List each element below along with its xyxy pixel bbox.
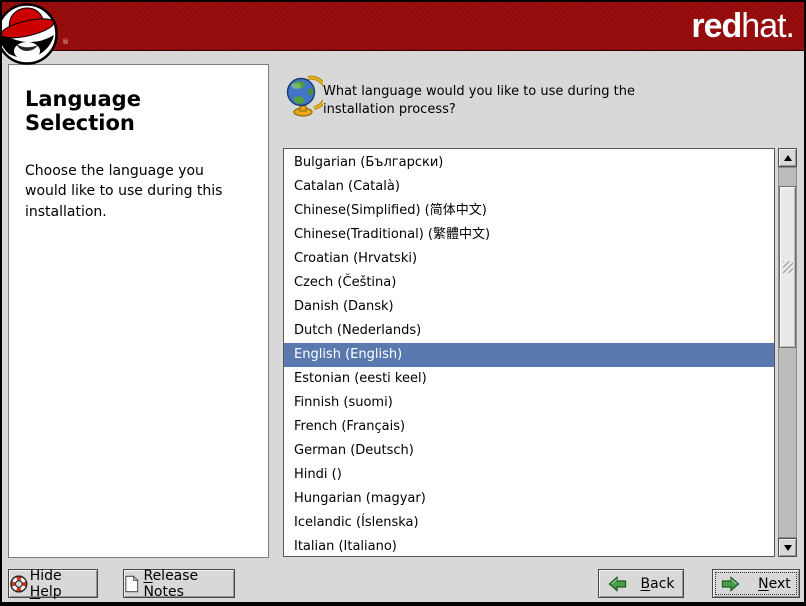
language-option[interactable]: Danish (Dansk) xyxy=(284,295,774,319)
language-option[interactable]: French (Français) xyxy=(284,415,774,439)
hide-help-label: Hide Help xyxy=(30,568,97,600)
language-option[interactable]: Dutch (Nederlands) xyxy=(284,319,774,343)
registered-trademark: ® xyxy=(62,38,69,46)
language-option[interactable]: Croatian (Hrvatski) xyxy=(284,247,774,271)
scrollbar-thumb[interactable] xyxy=(779,186,796,348)
thumb-grip xyxy=(783,261,793,273)
next-arrow-icon xyxy=(721,576,740,592)
language-option[interactable]: Hindi () xyxy=(284,463,774,487)
header-bar xyxy=(2,2,804,51)
question-text: What language would you like to use duri… xyxy=(323,83,703,119)
page-title: Language Selection xyxy=(25,87,254,135)
scroll-down-icon[interactable] xyxy=(778,538,797,557)
language-list[interactable]: Bulgarian (Български)Catalan (Català)Chi… xyxy=(283,148,775,557)
redhat-wordmark: redhat. xyxy=(691,5,794,47)
back-label: Back xyxy=(641,576,675,592)
language-option[interactable]: Czech (Čeština) xyxy=(284,271,774,295)
document-icon xyxy=(124,574,139,594)
life-preserver-icon xyxy=(9,574,29,594)
scroll-up-icon[interactable] xyxy=(778,148,797,167)
wordmark-red: red xyxy=(691,7,741,45)
language-option[interactable]: Catalan (Català) xyxy=(284,175,774,199)
back-arrow-icon xyxy=(608,576,627,592)
back-button[interactable]: Back xyxy=(598,569,684,598)
release-notes-label: Release Notes xyxy=(143,568,234,600)
scrollbar[interactable] xyxy=(778,148,797,557)
language-option[interactable]: English (English) xyxy=(284,343,774,367)
redhat-shadowman-logo xyxy=(0,2,62,70)
language-option[interactable]: Icelandic (Íslenska) xyxy=(284,511,774,535)
scrollbar-trough[interactable] xyxy=(778,167,797,538)
hide-help-button[interactable]: Hide Help xyxy=(8,569,98,598)
language-option[interactable]: Chinese(Traditional) (繁體中文) xyxy=(284,223,774,247)
wordmark-hat: hat. xyxy=(741,7,794,45)
next-label: Next xyxy=(758,576,791,592)
language-option[interactable]: Estonian (eesti keel) xyxy=(284,367,774,391)
release-notes-button[interactable]: Release Notes xyxy=(123,569,235,598)
language-option[interactable]: Bulgarian (Български) xyxy=(284,151,774,175)
language-option[interactable]: Chinese(Simplified) (简体中文) xyxy=(284,199,774,223)
globe-icon xyxy=(285,75,323,117)
language-option[interactable]: Finnish (suomi) xyxy=(284,391,774,415)
next-button[interactable]: Next xyxy=(712,569,800,598)
help-panel: Language Selection Choose the language y… xyxy=(8,64,269,558)
language-option[interactable]: German (Deutsch) xyxy=(284,439,774,463)
language-option[interactable]: Hungarian (magyar) xyxy=(284,487,774,511)
help-text: Choose the language you would like to us… xyxy=(25,161,245,222)
installer-window: redhat. ® Language Selection Choose the … xyxy=(0,0,806,606)
language-option[interactable]: Italian (Italiano) xyxy=(284,535,774,557)
